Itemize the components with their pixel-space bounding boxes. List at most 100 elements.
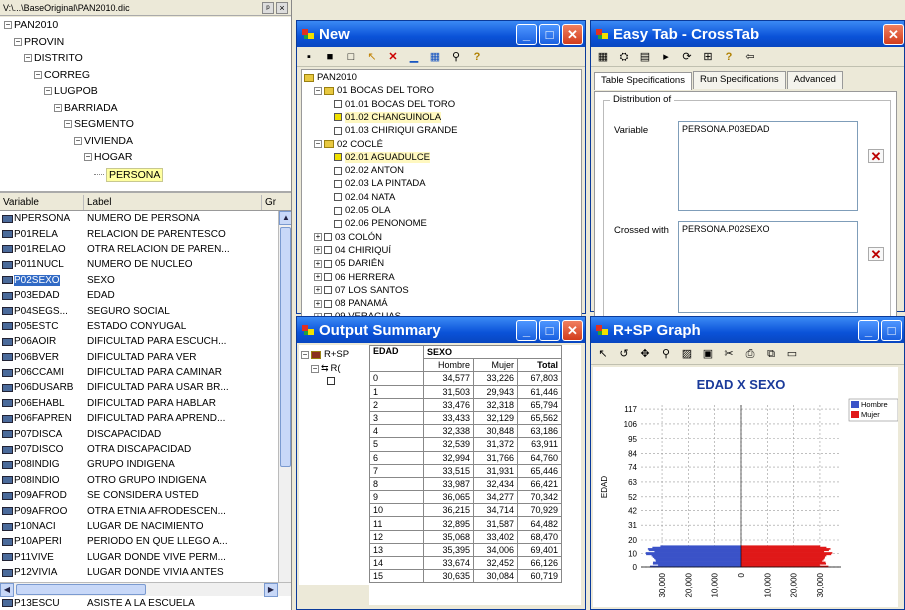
variable-row[interactable]: P13ESCU ASISTE A LA ESCUELA bbox=[0, 596, 291, 610]
checkbox-icon[interactable] bbox=[324, 273, 332, 281]
checkbox-icon[interactable] bbox=[324, 299, 332, 308]
output-title-bar[interactable]: Output Summary _ □ ✕ bbox=[297, 317, 585, 343]
maximize-button[interactable]: □ bbox=[881, 319, 902, 341]
expand-icon[interactable]: + bbox=[314, 259, 322, 268]
maximize-button[interactable]: □ bbox=[539, 23, 560, 45]
run-icon[interactable]: ⛭ bbox=[616, 50, 632, 64]
collapse-icon[interactable]: − bbox=[314, 140, 322, 148]
geography-tree-node[interactable]: 02.03 LA PINTADA bbox=[334, 178, 426, 189]
print-icon[interactable]: ⎙ bbox=[742, 347, 758, 361]
dictionary-tree-node[interactable]: − PAN2010 bbox=[4, 19, 58, 31]
options-icon[interactable]: ⟳ bbox=[679, 50, 695, 64]
collapse-icon[interactable]: − bbox=[34, 70, 42, 79]
folder-icon[interactable] bbox=[324, 140, 334, 148]
variable-row[interactable]: P07DISCA DISCAPACIDAD bbox=[0, 426, 291, 441]
collapse-icon[interactable]: − bbox=[24, 54, 32, 62]
tab-run-specifications[interactable]: Run Specifications bbox=[692, 71, 786, 89]
collapse-icon[interactable]: − bbox=[64, 120, 72, 128]
collapse-icon[interactable]: − bbox=[84, 153, 92, 161]
variable-row[interactable]: P09AFROD SE CONSIDERA USTED bbox=[0, 488, 291, 503]
column-variable[interactable]: Variable bbox=[0, 195, 84, 210]
folder-icon[interactable] bbox=[324, 86, 334, 95]
collapse-icon[interactable]: − bbox=[314, 86, 322, 95]
layout-icon[interactable]: ⊞ bbox=[700, 50, 716, 64]
variable-row[interactable]: P06BVER DIFICULTAD PARA VER bbox=[0, 350, 291, 365]
variable-row[interactable]: P11VIVE LUGAR DONDE VIVE PERM... bbox=[0, 550, 291, 565]
variable-row[interactable]: P07DISCO OTRA DISCAPACIDAD bbox=[0, 442, 291, 457]
variable-row[interactable]: P01RELAO OTRA RELACION DE PAREN... bbox=[0, 242, 291, 257]
dictionary-tree-node[interactable]: − PROVIN bbox=[14, 36, 64, 48]
geography-tree-node[interactable]: PAN2010 bbox=[304, 72, 357, 83]
variable-row[interactable]: P06EHABL DIFICULTAD PARA HABLAR bbox=[0, 396, 291, 411]
variable-row[interactable]: P01RELA RELACION DE PARENTESCO bbox=[0, 226, 291, 241]
variable-row[interactable]: P06CCAMI DIFICULTAD PARA CAMINAR bbox=[0, 365, 291, 380]
close-button[interactable]: ✕ bbox=[883, 23, 904, 45]
dictionary-tree-node[interactable]: PERSONA bbox=[94, 167, 164, 182]
zoom-icon[interactable]: ⚲ bbox=[658, 347, 674, 361]
undo-icon[interactable]: ↺ bbox=[616, 347, 632, 361]
move-icon[interactable]: ✥ bbox=[637, 347, 653, 361]
scroll-right-icon[interactable]: ▶ bbox=[264, 583, 278, 597]
hscroll-thumb[interactable] bbox=[16, 584, 146, 595]
close-button[interactable]: ✕ bbox=[562, 23, 583, 45]
variable-row[interactable]: P08INDIO OTRO GRUPO INDIGENA bbox=[0, 473, 291, 488]
variable-row[interactable]: P06DUSARB DIFICULTAD PARA USAR BR... bbox=[0, 380, 291, 395]
variable-scrollbar[interactable]: ▲ ▼ bbox=[278, 211, 291, 596]
table-icon[interactable]: ▦ bbox=[595, 50, 611, 64]
collapse-icon[interactable]: − bbox=[54, 103, 62, 112]
minus-icon[interactable]: ▁ bbox=[406, 50, 422, 64]
folder-icon[interactable] bbox=[304, 73, 314, 82]
geography-tree-node[interactable]: +05 DARIÉN bbox=[314, 258, 384, 269]
help-icon[interactable]: ? bbox=[721, 50, 737, 64]
scroll-thumb[interactable] bbox=[280, 227, 291, 467]
checkbox-icon[interactable] bbox=[324, 246, 332, 255]
tab-advanced[interactable]: Advanced bbox=[786, 71, 843, 89]
geography-tree-node[interactable]: 02.01 AGUADULCE bbox=[334, 151, 431, 163]
geography-tree-node[interactable]: 02.02 ANTON bbox=[334, 165, 404, 176]
geography-tree-node[interactable]: 02.06 PENONOME bbox=[334, 218, 427, 229]
variable-row[interactable]: P10NACI LUGAR DE NACIMIENTO bbox=[0, 519, 291, 534]
geography-tree-node[interactable]: +06 HERRERA bbox=[314, 272, 395, 283]
variable-row[interactable]: P011NUCL NUMERO DE NUCLEO bbox=[0, 257, 291, 272]
dictionary-tree-node[interactable]: − DISTRITO bbox=[24, 52, 83, 64]
minimize-button[interactable]: _ bbox=[516, 23, 537, 45]
selected-checkbox-icon[interactable] bbox=[334, 153, 342, 162]
blank-icon[interactable]: □ bbox=[343, 50, 359, 64]
checkbox-icon[interactable] bbox=[334, 100, 342, 109]
collapse-icon[interactable]: − bbox=[14, 37, 22, 46]
minimize-button[interactable]: _ bbox=[858, 319, 879, 341]
grid-icon[interactable]: ▦ bbox=[427, 50, 443, 64]
dictionary-tree-node[interactable]: − VIVIENDA bbox=[74, 135, 133, 147]
dictionary-tree-node[interactable]: − SEGMENTO bbox=[64, 118, 134, 130]
column-label[interactable]: Label bbox=[84, 195, 262, 210]
chart-icon[interactable]: ▤ bbox=[637, 50, 653, 64]
easy-tab-title-bar[interactable]: Easy Tab - CrossTab ✕ bbox=[591, 21, 904, 47]
stop-icon[interactable]: ■ bbox=[322, 50, 338, 64]
maximize-button[interactable]: □ bbox=[539, 319, 560, 341]
dictionary-tree-node[interactable]: − HOGAR bbox=[84, 151, 133, 163]
variable-row[interactable]: P04SEGS... SEGURO SOCIAL bbox=[0, 303, 291, 318]
pointer-icon[interactable]: ↖ bbox=[595, 347, 611, 361]
checkbox-icon[interactable] bbox=[324, 286, 332, 295]
geography-tree-node[interactable]: 01.02 CHANGUINOLA bbox=[334, 111, 442, 123]
collapse-icon[interactable]: − bbox=[74, 136, 82, 145]
variable-row[interactable]: P10APERI PERIODO EN QUE LLEGO A... bbox=[0, 534, 291, 549]
variable-row[interactable]: P08INDIG GRUPO INDIGENA bbox=[0, 457, 291, 472]
output-tree-child[interactable]: − ⇆ R( bbox=[311, 363, 341, 374]
chart-edit-icon[interactable]: ▣ bbox=[700, 347, 716, 361]
new-window-title-bar[interactable]: New _ □ ✕ bbox=[297, 21, 585, 47]
geography-tree-node[interactable]: − 02 COCLÉ bbox=[314, 139, 383, 150]
close-button[interactable]: ✕ bbox=[562, 319, 583, 341]
save-icon[interactable]: ▭ bbox=[784, 347, 800, 361]
scroll-up-icon[interactable]: ▲ bbox=[279, 211, 291, 225]
expand-icon[interactable]: + bbox=[314, 233, 322, 242]
remove-variable-button[interactable]: ✕ bbox=[868, 149, 884, 163]
dictionary-tree-node[interactable]: − LUGPOB bbox=[44, 85, 98, 97]
geography-tree-node[interactable]: 02.05 OLA bbox=[334, 205, 390, 216]
expand-icon[interactable]: + bbox=[314, 286, 322, 295]
tools-icon[interactable]: ✂ bbox=[721, 347, 737, 361]
minimize-button[interactable]: _ bbox=[516, 319, 537, 341]
variable-row[interactable]: P09AFROO OTRA ETNIA AFRODESCEN... bbox=[0, 503, 291, 518]
geography-tree-node[interactable]: +07 LOS SANTOS bbox=[314, 285, 409, 296]
variable-field[interactable]: PERSONA.P03EDAD bbox=[678, 121, 858, 211]
